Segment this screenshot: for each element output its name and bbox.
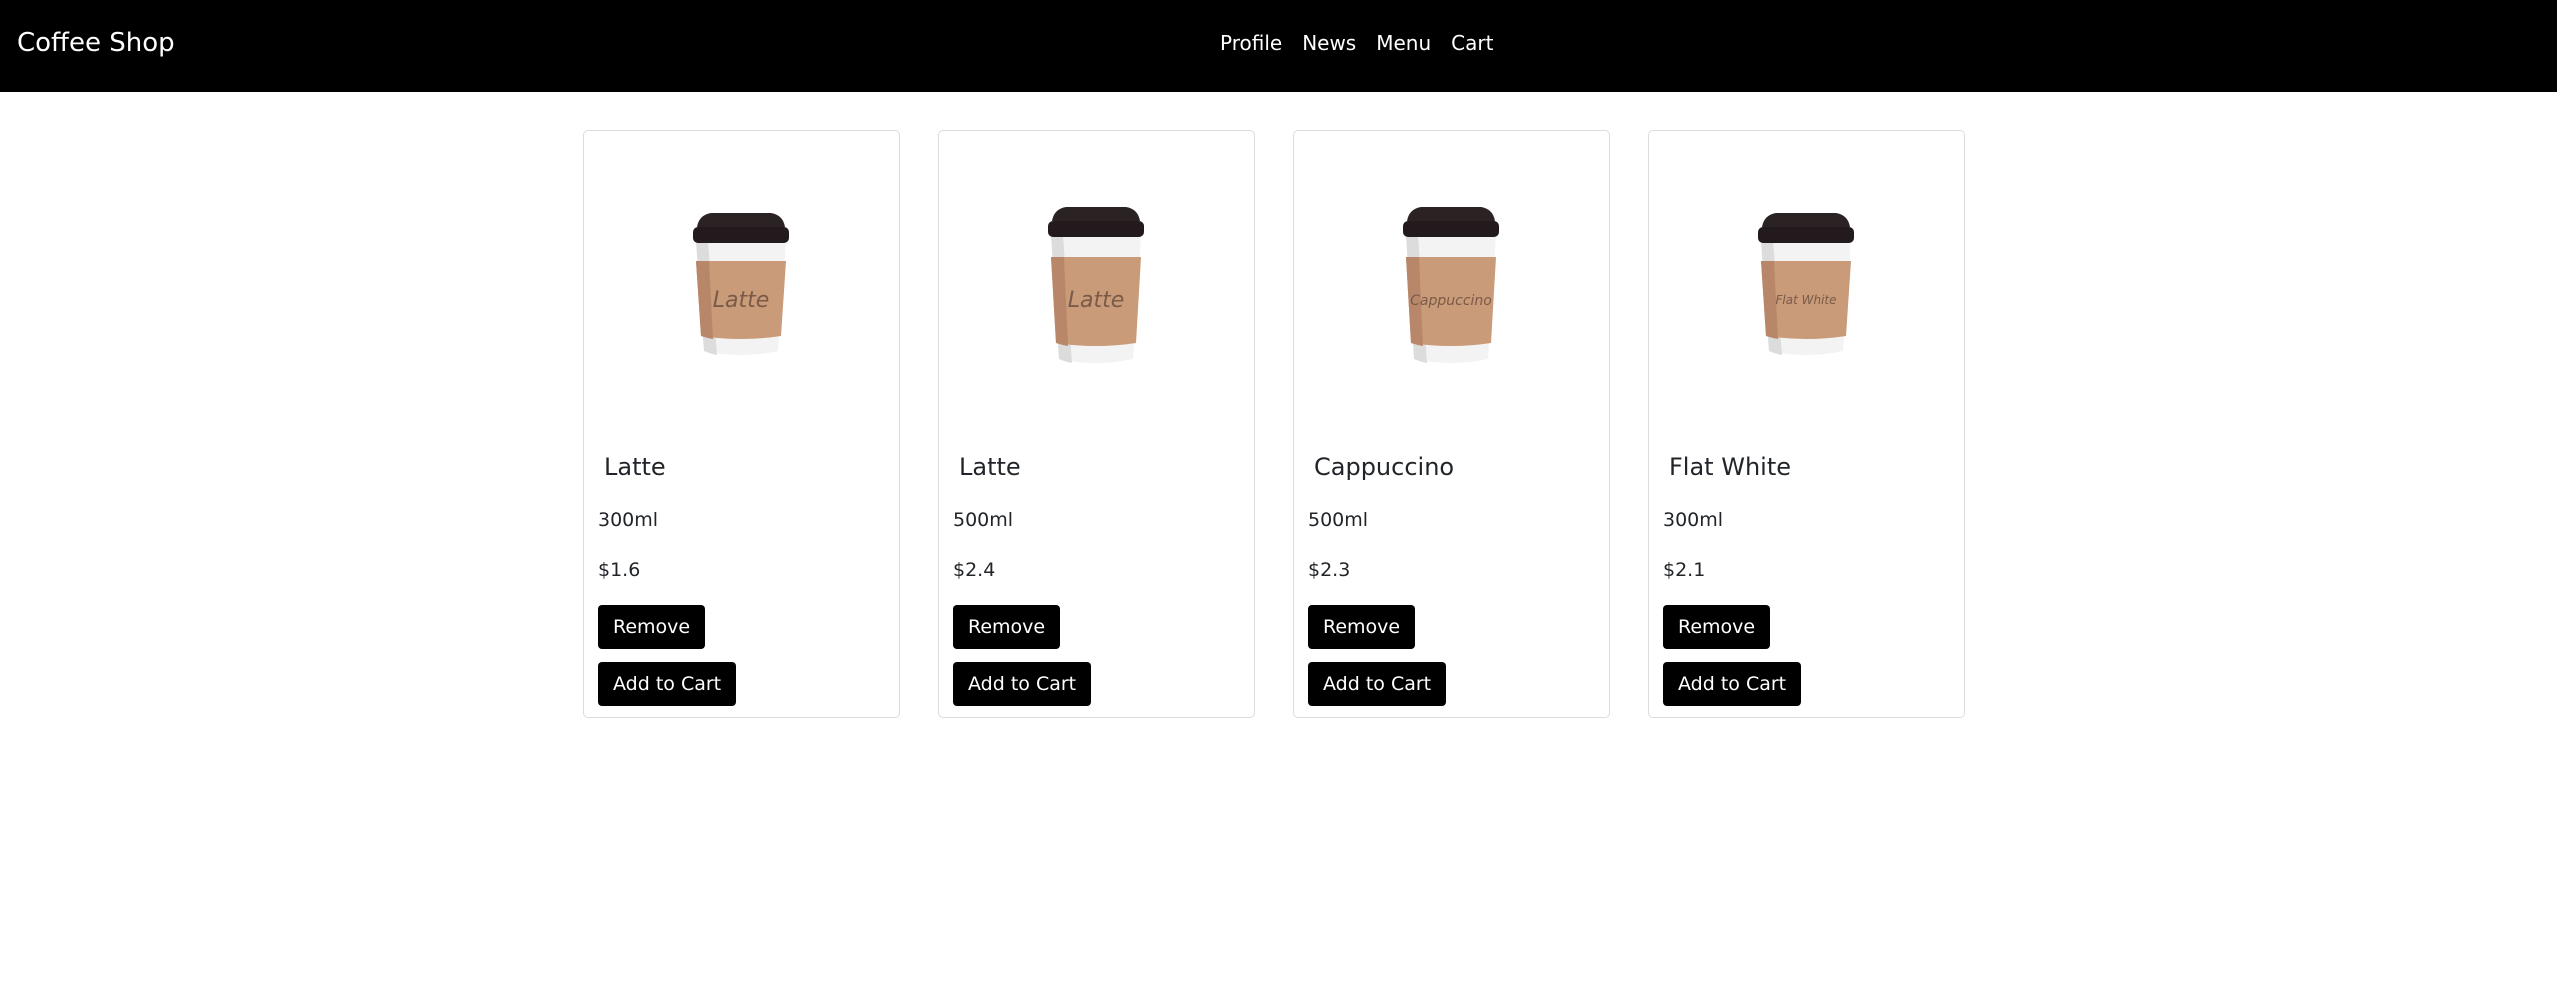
coffee-cup-image: Cappuccino [1403,207,1499,363]
remove-button[interactable]: Remove [1308,605,1416,649]
product-size: 500ml [1308,509,1369,531]
remove-button[interactable]: Remove [598,605,706,649]
top-navbar: Coffee Shop Profile News Menu Cart [0,0,2557,92]
nav-link-menu[interactable]: Menu [1376,29,1431,57]
nav-links: Profile News Menu Cart [1220,29,1493,57]
product-price: $2.1 [1663,559,1706,581]
nav-link-profile[interactable]: Profile [1220,29,1282,57]
product-name: Cappuccino [1314,453,1455,481]
product-card: Cappuccino Cappuccino 500ml $2.3 Remove … [1293,130,1610,718]
product-grid: Latte Latte 300ml $1.6 Remove Add to Car… [583,130,1965,718]
brand-link[interactable]: Coffee Shop [17,26,175,60]
product-name: Latte [959,453,1021,481]
coffee-cup-image: Flat White [1758,213,1854,355]
product-name: Flat White [1669,453,1792,481]
cup-label: Flat White [1775,293,1836,307]
cup-label: Latte [713,288,770,313]
product-name: Latte [604,453,666,481]
product-price: $1.6 [598,559,641,581]
add-to-cart-button[interactable]: Add to Cart [953,662,1092,706]
cup-label: Latte [1068,288,1125,313]
product-price: $2.4 [953,559,996,581]
add-to-cart-button[interactable]: Add to Cart [1308,662,1447,706]
coffee-cup-image: Latte [693,213,789,355]
product-size: 500ml [953,509,1014,531]
product-size: 300ml [1663,509,1724,531]
remove-button[interactable]: Remove [1663,605,1771,649]
product-card: Latte Latte 300ml $1.6 Remove Add to Car… [583,130,900,718]
add-to-cart-button[interactable]: Add to Cart [598,662,737,706]
product-card: Latte Latte 500ml $2.4 Remove Add to Car… [938,130,1255,718]
nav-link-cart[interactable]: Cart [1451,29,1493,57]
product-card: Flat White Flat White 300ml $2.1 Remove … [1648,130,1965,718]
nav-link-news[interactable]: News [1302,29,1356,57]
product-price: $2.3 [1308,559,1351,581]
add-to-cart-button[interactable]: Add to Cart [1663,662,1802,706]
product-size: 300ml [598,509,659,531]
remove-button[interactable]: Remove [953,605,1061,649]
coffee-cup-image: Latte [1048,207,1144,363]
cup-label: Cappuccino [1410,293,1492,309]
